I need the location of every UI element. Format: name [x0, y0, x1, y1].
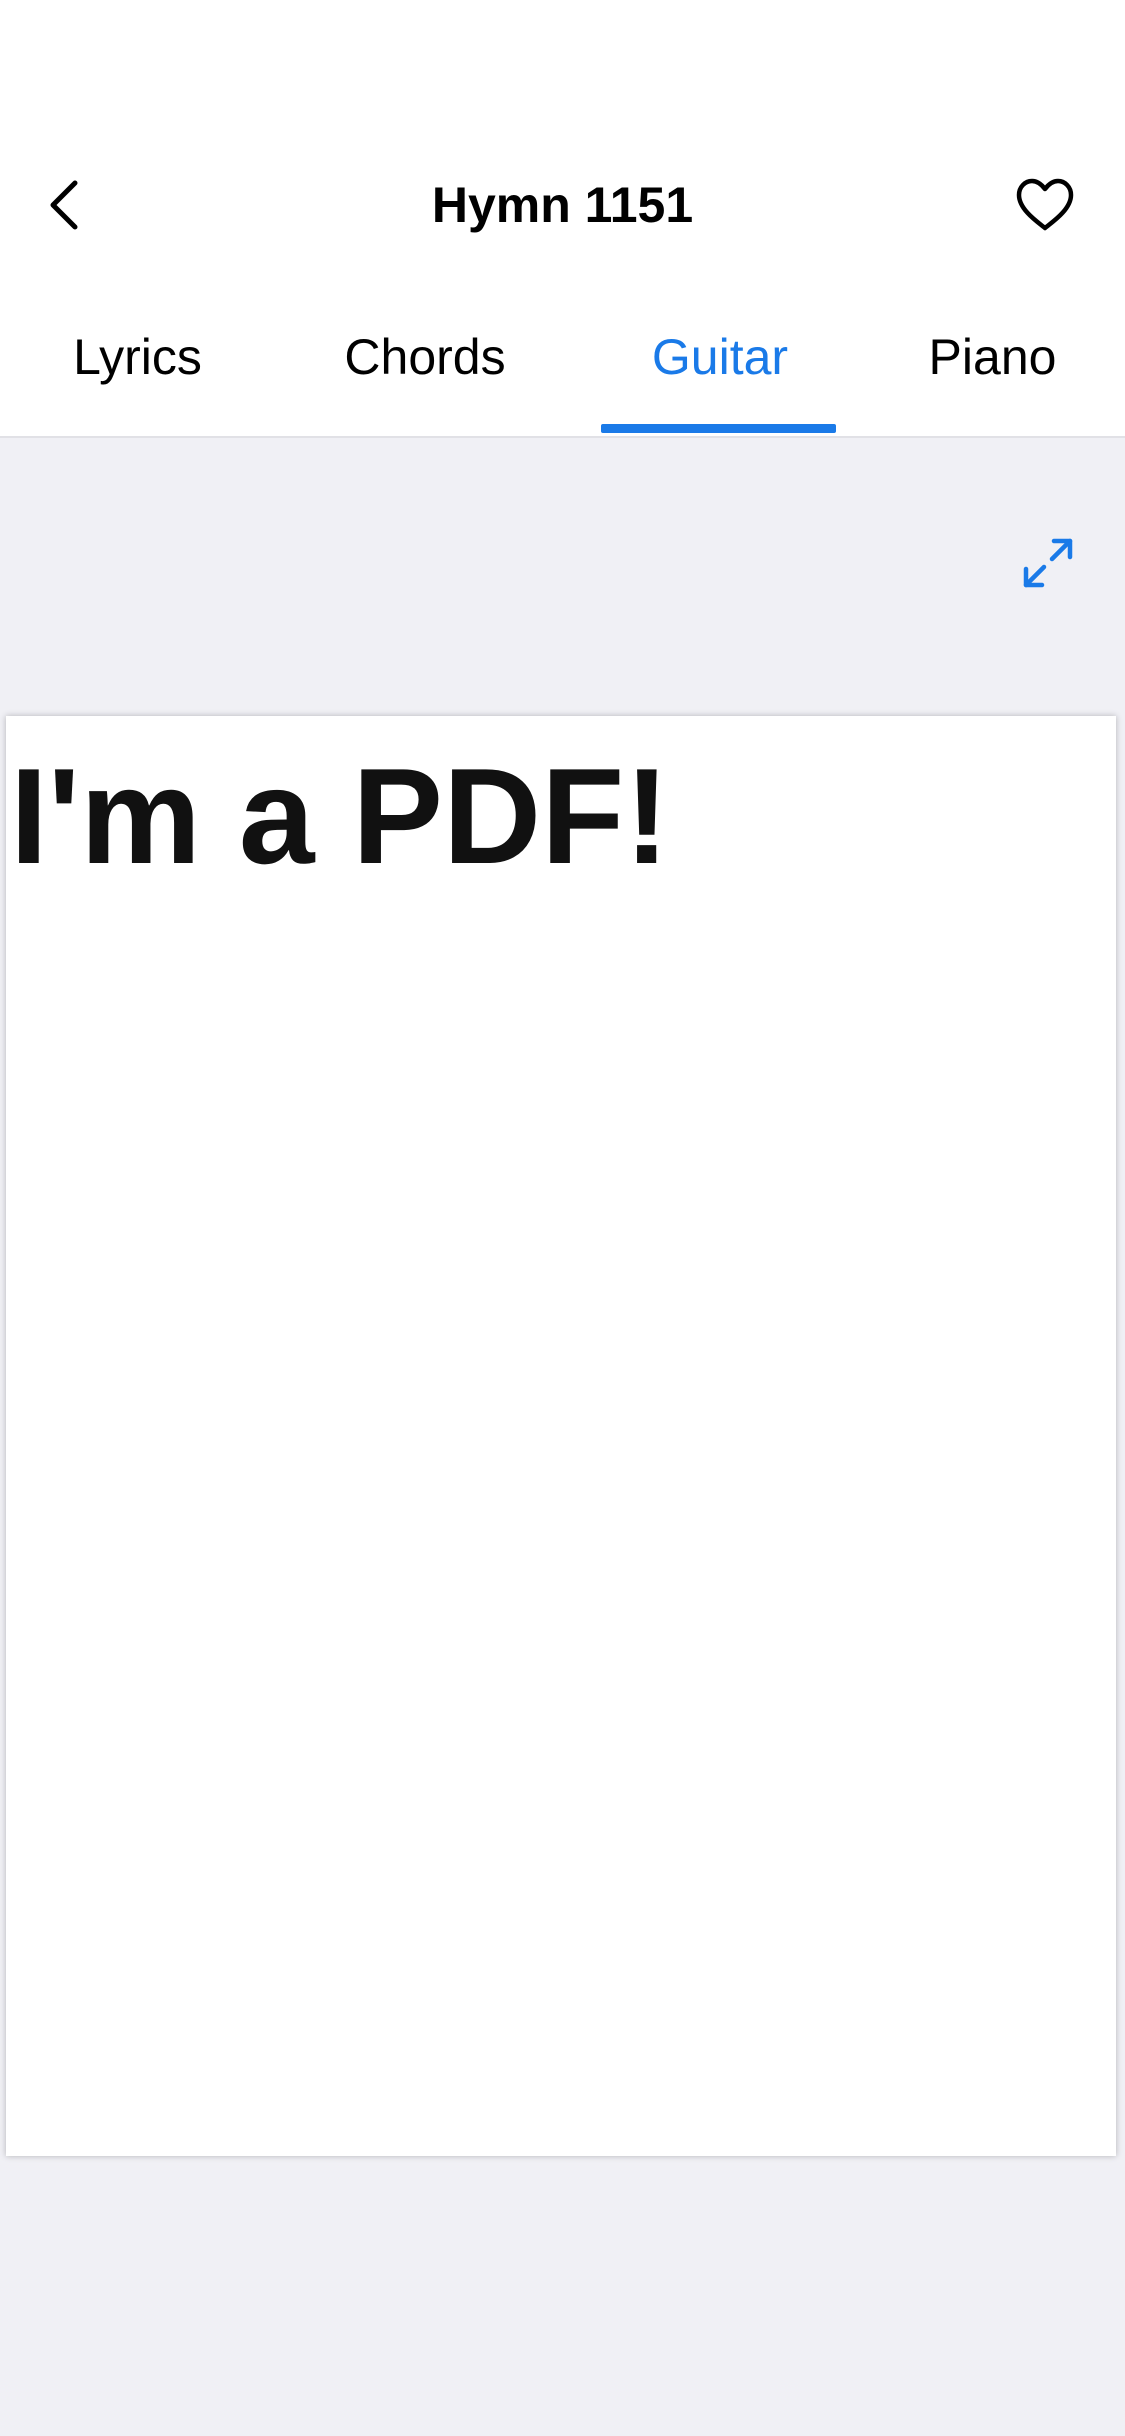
tab-lyrics[interactable]: Lyrics [50, 322, 225, 392]
tab-guitar[interactable]: Guitar [620, 322, 820, 392]
tab-chords[interactable]: Chords [325, 322, 525, 392]
chevron-left-icon [50, 180, 78, 230]
active-tab-indicator [601, 424, 836, 433]
page-title: Hymn 1151 [431, 177, 694, 233]
header-bar: Hymn 1151 Lyrics Chords Guitar Piano [0, 0, 1125, 438]
tab-piano[interactable]: Piano [915, 322, 1070, 392]
favorite-button[interactable] [1005, 170, 1085, 240]
heart-outline-icon [1016, 178, 1074, 231]
pdf-content-text: I'm a PDF! [10, 740, 670, 892]
expand-arrows-icon [1023, 538, 1072, 587]
pdf-viewer-page[interactable]: I'm a PDF! [6, 716, 1116, 2156]
back-button[interactable] [30, 165, 100, 245]
expand-button[interactable] [1010, 525, 1085, 600]
